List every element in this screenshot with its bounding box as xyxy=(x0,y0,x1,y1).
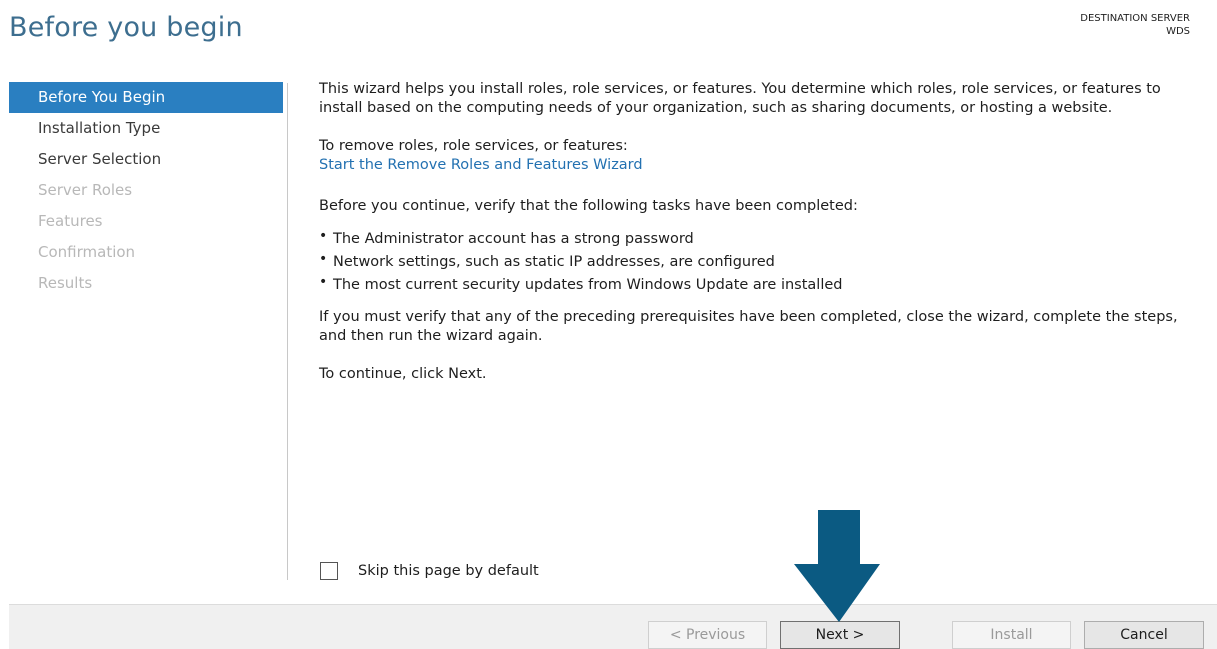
nav-item-before-you-begin[interactable]: Before You Begin xyxy=(9,82,283,113)
remove-heading: To remove roles, role services, or featu… xyxy=(319,138,628,154)
verify-note: If you must verify that any of the prece… xyxy=(319,309,1178,344)
wizard-content: This wizard helps you install roles, rol… xyxy=(319,80,1204,384)
destination-server-info: DESTINATION SERVER WDS xyxy=(1080,12,1190,38)
previous-button: < Previous xyxy=(648,621,767,649)
nav-item-server-selection[interactable]: Server Selection xyxy=(9,144,283,175)
list-item: The most current security updates from W… xyxy=(319,271,1204,297)
nav-item-server-roles: Server Roles xyxy=(38,181,133,199)
skip-page-label: Skip this page by default xyxy=(358,563,539,579)
down-arrow-icon xyxy=(794,510,880,622)
nav-item-features: Features xyxy=(38,212,103,230)
install-button: Install xyxy=(952,621,1071,649)
nav-item-results: Results xyxy=(38,274,93,292)
page-title: Before you begin xyxy=(9,12,243,43)
remove-roles-link[interactable]: Start the Remove Roles and Features Wiza… xyxy=(319,157,643,173)
cancel-button[interactable]: Cancel xyxy=(1084,621,1204,649)
nav-item-confirmation: Confirmation xyxy=(38,243,136,261)
wizard-steps-nav: Before You Begin Installation Type Serve… xyxy=(9,82,283,299)
prerequisites-list: The Administrator account has a strong p… xyxy=(319,225,1204,297)
intro-text: This wizard helps you install roles, rol… xyxy=(319,81,1161,116)
list-item: The Administrator account has a strong p… xyxy=(319,225,1204,251)
nav-item-installation-type[interactable]: Installation Type xyxy=(9,113,283,144)
vertical-divider xyxy=(287,83,288,580)
destination-server-label: DESTINATION SERVER xyxy=(1080,13,1190,24)
continue-note: To continue, click Next. xyxy=(319,366,487,382)
skip-page-checkbox[interactable] xyxy=(320,562,338,580)
destination-server-name: WDS xyxy=(1166,26,1190,37)
next-button[interactable]: Next > xyxy=(780,621,900,649)
list-item: Network settings, such as static IP addr… xyxy=(319,248,1204,274)
skip-page-option[interactable]: Skip this page by default xyxy=(320,562,539,580)
verify-heading: Before you continue, verify that the fol… xyxy=(319,198,858,214)
